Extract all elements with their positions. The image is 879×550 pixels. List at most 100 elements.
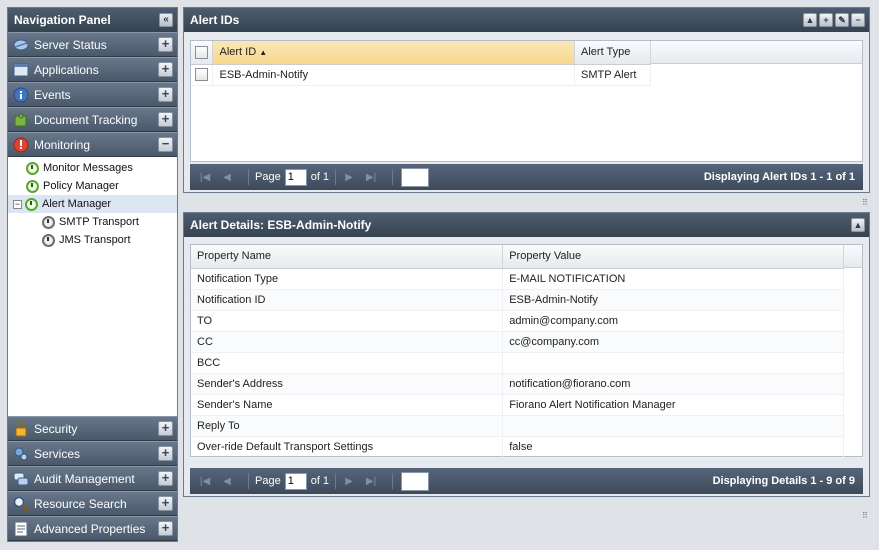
- page-number-input[interactable]: [284, 472, 307, 490]
- navigation-panel: Navigation Panel « Server Status + Applica…: [7, 7, 178, 542]
- accordion-document-tracking[interactable]: Document Tracking +: [8, 107, 177, 132]
- first-page-icon[interactable]: |◀: [198, 476, 212, 487]
- accordion-label: Services: [34, 446, 81, 461]
- alert-ids-grid: Alert ID ▲ Alert Type ESB-Admin-Notify SM…: [190, 40, 863, 162]
- property-name-cell: Notification Type: [191, 268, 504, 290]
- property-name-cell: CC: [191, 331, 504, 353]
- accordion-applications[interactable]: Applications +: [8, 57, 177, 82]
- tree-item-label: Monitor Messages: [43, 162, 133, 174]
- clock-icon: [26, 179, 39, 193]
- property-name-cell: Reply To: [191, 415, 504, 437]
- accordion-events[interactable]: Events +: [8, 82, 177, 107]
- alert-details-panel: Alert Details: ESB-Admin-Notify ▲ Proper…: [183, 212, 870, 497]
- tree-item-label: JMS Transport: [59, 234, 131, 246]
- next-page-icon[interactable]: ▶: [342, 172, 356, 183]
- remove-alert-button[interactable]: −: [851, 13, 865, 27]
- tree-item-label: Alert Manager: [42, 198, 112, 210]
- table-row[interactable]: ESB-Admin-Notify SMTP Alert: [191, 64, 651, 86]
- accordion-server-status[interactable]: Server Status +: [8, 32, 177, 57]
- monitoring-tree: Monitor Messages Policy Manager − Alert Man…: [8, 157, 177, 415]
- prev-page-icon[interactable]: ◀: [220, 172, 234, 183]
- table-row[interactable]: TO admin@company.com: [191, 310, 844, 332]
- page-size-field[interactable]: [401, 471, 430, 491]
- alert-ids-pager: |◀ ◀ Page of 1 ▶ ▶| Displaying Alert IDs…: [190, 164, 863, 190]
- property-name-cell: Over-ride Default Transport Settings: [191, 436, 504, 458]
- expand-icon[interactable]: +: [158, 62, 173, 77]
- table-row[interactable]: Over-ride Default Transport Settings fals…: [191, 436, 844, 458]
- accordion-label: Events: [34, 87, 71, 102]
- row-checkbox[interactable]: [195, 68, 208, 81]
- last-page-icon[interactable]: ▶|: [364, 172, 378, 183]
- move-up-button[interactable]: ▲: [803, 13, 817, 27]
- alert-details-title: Alert Details: ESB-Admin-Notify: [190, 218, 372, 232]
- select-all-header: [191, 41, 214, 65]
- collapse-nav-button[interactable]: «: [159, 13, 173, 27]
- accordion-services[interactable]: Services +: [8, 441, 177, 466]
- accordion-label: Monitoring: [34, 137, 91, 152]
- page-size-field[interactable]: [401, 167, 430, 187]
- alert-details-header: Alert Details: ESB-Admin-Notify ▲: [184, 213, 869, 237]
- expand-icon[interactable]: +: [158, 521, 173, 536]
- accordion-security[interactable]: Security +: [8, 416, 177, 441]
- table-row[interactable]: Notification Type E-MAIL NOTIFICATION: [191, 268, 844, 290]
- applications-icon: [13, 62, 29, 78]
- accordion-advanced-properties[interactable]: Advanced Properties +: [8, 516, 177, 541]
- property-value-cell: Fiorano Alert Notification Manager: [502, 394, 844, 416]
- property-value-cell: admin@company.com: [502, 310, 844, 332]
- page-label: Page: [255, 475, 281, 487]
- accordion-audit-management[interactable]: Audit Management +: [8, 466, 177, 491]
- tree-item-smtp-transport[interactable]: SMTP Transport: [8, 213, 177, 231]
- expand-icon[interactable]: +: [158, 37, 173, 52]
- column-alert-id[interactable]: Alert ID ▲: [212, 41, 576, 65]
- column-property-value[interactable]: Property Value: [502, 245, 844, 269]
- expand-icon[interactable]: +: [158, 112, 173, 127]
- tree-item-alert-manager[interactable]: − Alert Manager: [8, 195, 177, 213]
- add-alert-button[interactable]: +: [819, 13, 833, 27]
- first-page-icon[interactable]: |◀: [198, 172, 212, 183]
- edit-alert-button[interactable]: ✎: [835, 13, 849, 27]
- page-number-input[interactable]: [284, 168, 307, 186]
- property-name-cell: TO: [191, 310, 504, 332]
- alert-type-cell: SMTP Alert: [574, 64, 651, 86]
- expand-icon[interactable]: +: [158, 496, 173, 511]
- accordion-label: Audit Management: [34, 471, 135, 486]
- collapse-details-button[interactable]: ▲: [851, 218, 865, 232]
- prev-page-icon[interactable]: ◀: [220, 476, 234, 487]
- tree-item-jms-transport[interactable]: JMS Transport: [8, 231, 177, 249]
- lock-icon: [13, 420, 29, 437]
- collapse-tree-icon[interactable]: −: [13, 199, 22, 209]
- accordion-monitoring[interactable]: Monitoring −: [8, 132, 177, 157]
- property-name-cell: Sender's Name: [191, 394, 504, 416]
- table-row[interactable]: Sender's Name Fiorano Alert Notification …: [191, 394, 844, 416]
- tree-item-monitor-messages[interactable]: Monitor Messages: [8, 159, 177, 177]
- accordion-label: Resource Search: [34, 496, 127, 511]
- row-select-cell: [191, 64, 214, 86]
- last-page-icon[interactable]: ▶|: [364, 476, 378, 487]
- column-alert-type[interactable]: Alert Type: [574, 41, 651, 65]
- select-all-checkbox[interactable]: [195, 45, 208, 59]
- expand-icon[interactable]: +: [158, 446, 173, 461]
- puzzle-icon: [13, 112, 29, 128]
- next-page-icon[interactable]: ▶: [342, 476, 356, 487]
- alert-ids-header: Alert IDs ▲ + ✎ −: [184, 8, 869, 32]
- accordion-label: Server Status: [34, 37, 107, 52]
- alert-ids-panel: Alert IDs ▲ + ✎ − Alert ID ▲ Alert Type …: [183, 7, 870, 193]
- resize-grip-icon[interactable]: ⠿: [862, 199, 868, 207]
- chat-icon: [13, 471, 29, 487]
- accordion-resource-search[interactable]: Resource Search +: [8, 491, 177, 516]
- table-row[interactable]: Notification ID ESB-Admin-Notify: [191, 289, 844, 311]
- column-property-name[interactable]: Property Name: [191, 245, 504, 269]
- resize-grip-icon[interactable]: ⠿: [862, 512, 868, 520]
- nav-header: Navigation Panel «: [8, 8, 177, 32]
- property-value-cell: ESB-Admin-Notify: [502, 289, 844, 311]
- expand-icon[interactable]: +: [158, 471, 173, 486]
- table-row[interactable]: Sender's Address notification@fiorano.com: [191, 373, 844, 395]
- table-row[interactable]: BCC: [191, 352, 844, 374]
- tree-item-policy-manager[interactable]: Policy Manager: [8, 177, 177, 195]
- table-row[interactable]: Reply To: [191, 415, 844, 437]
- properties-icon: [13, 521, 29, 537]
- expand-icon[interactable]: +: [158, 421, 173, 436]
- expand-icon[interactable]: +: [158, 87, 173, 102]
- collapse-icon[interactable]: −: [158, 137, 173, 152]
- table-row[interactable]: CC cc@company.com: [191, 331, 844, 353]
